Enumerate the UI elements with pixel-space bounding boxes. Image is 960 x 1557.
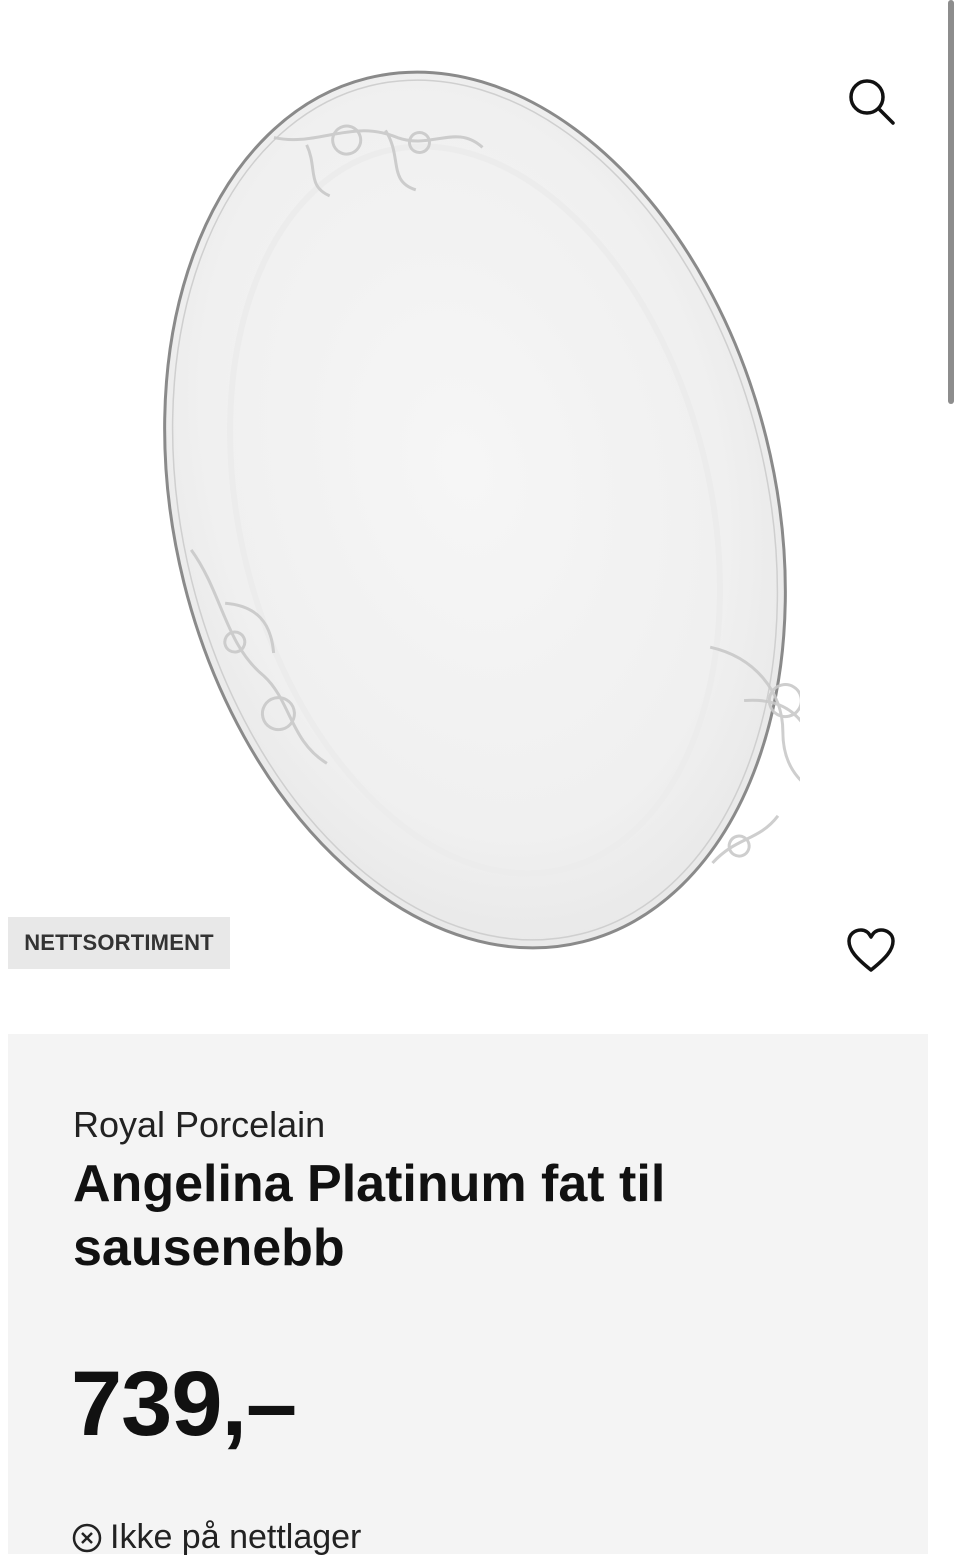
assortment-badge: NETTSORTIMENT [8,917,230,969]
product-image [163,70,800,950]
product-info-panel: Royal Porcelain Angelina Platinum fat ti… [8,1034,928,1557]
heart-icon [847,928,895,972]
favorite-button[interactable] [843,923,899,979]
page-scrollbar[interactable] [948,0,954,404]
search-button[interactable] [843,73,899,129]
stock-status-label: Ikke på nettlager [110,1518,362,1556]
search-icon [849,79,895,125]
stock-status: Ikke på nettlager [72,1518,361,1557]
product-title: Angelina Platinum fat til sausenebb [73,1155,666,1277]
x-circle-icon [72,1523,102,1552]
product-image-area [0,0,940,1010]
brand-name[interactable]: Royal Porcelain [73,1104,325,1146]
product-price: 739,– [71,1353,297,1455]
